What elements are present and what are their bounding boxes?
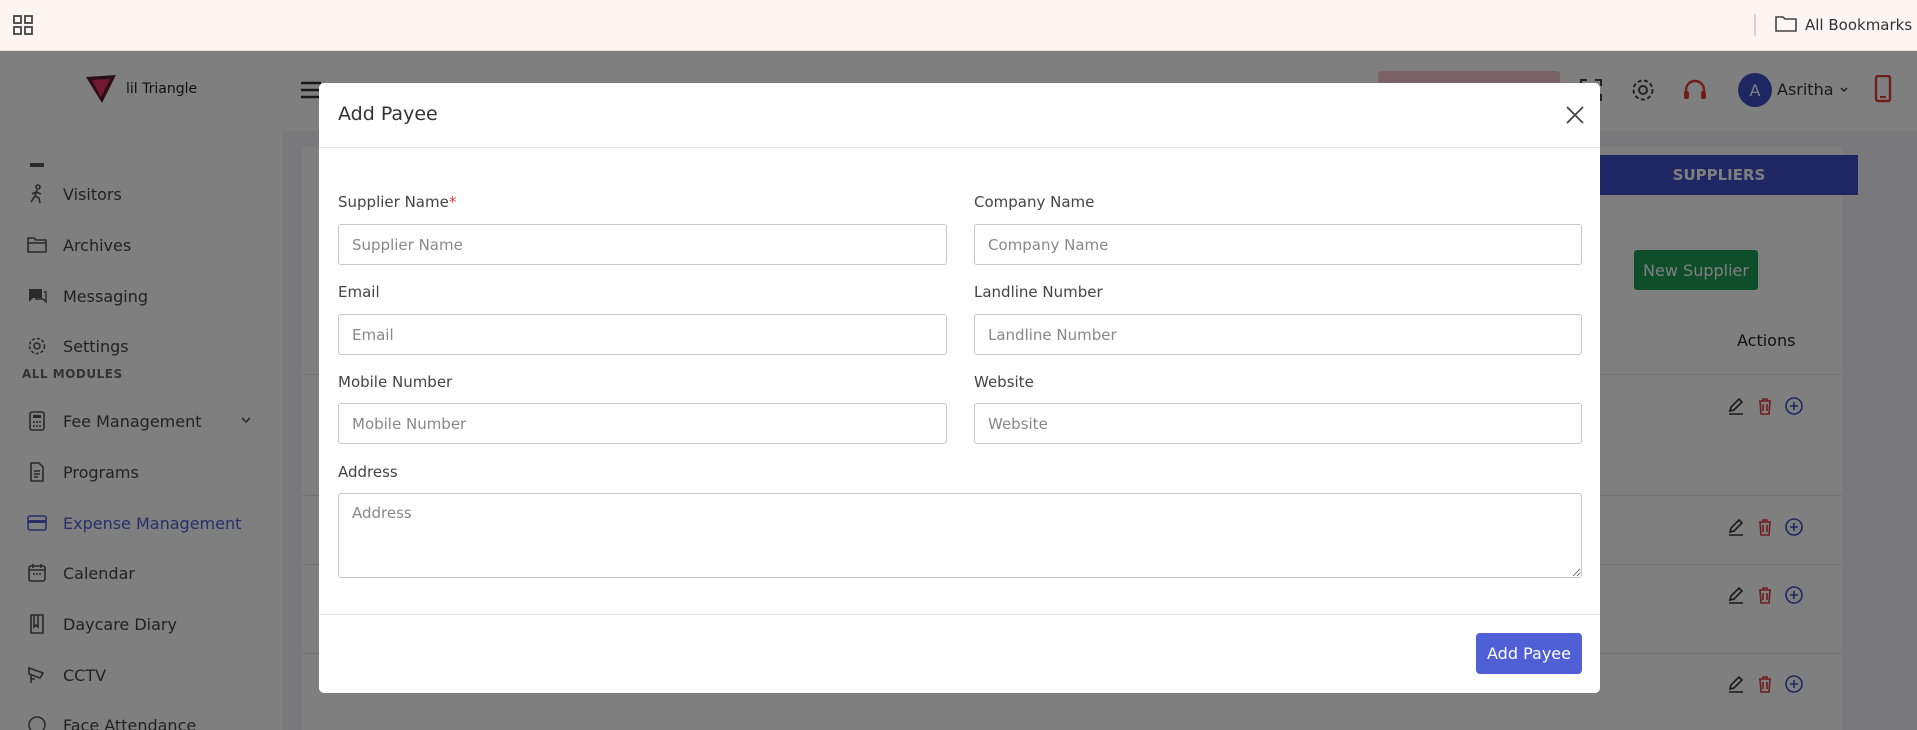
mobile-label: Mobile Number	[338, 373, 453, 391]
bookmarks-bar: All Bookmarks	[0, 0, 1917, 51]
modal-title: Add Payee	[338, 103, 438, 125]
email-label: Email	[338, 283, 380, 301]
email-field[interactable]	[338, 314, 947, 355]
supplier-name-label: Supplier Name*	[338, 193, 456, 211]
website-label: Website	[974, 373, 1034, 391]
supplier-name-input[interactable]	[338, 224, 947, 265]
landline-number-input[interactable]	[974, 314, 1582, 355]
company-name-label: Company Name	[974, 193, 1095, 211]
folder-icon	[1775, 14, 1797, 36]
close-icon[interactable]	[1564, 104, 1586, 126]
modal-footer-divider	[319, 614, 1600, 615]
all-bookmarks-button[interactable]: All Bookmarks	[1775, 13, 1912, 37]
add-payee-modal: Add Payee Supplier Name* Company Name Em…	[319, 83, 1600, 693]
all-bookmarks-label: All Bookmarks	[1805, 16, 1913, 34]
website-input[interactable]	[974, 403, 1582, 444]
mobile-number-input[interactable]	[338, 403, 947, 444]
required-mark: *	[448, 193, 457, 211]
bookmarks-separator	[1754, 14, 1756, 36]
modal-header: Add Payee	[319, 83, 1600, 148]
supplier-name-label-text: Supplier Name	[338, 193, 449, 211]
add-payee-button[interactable]: Add Payee	[1476, 633, 1582, 674]
address-label: Address	[338, 463, 398, 481]
landline-label: Landline Number	[974, 283, 1103, 301]
address-textarea[interactable]	[338, 493, 1582, 578]
apps-grid-icon[interactable]	[13, 15, 33, 35]
company-name-input[interactable]	[974, 224, 1582, 265]
